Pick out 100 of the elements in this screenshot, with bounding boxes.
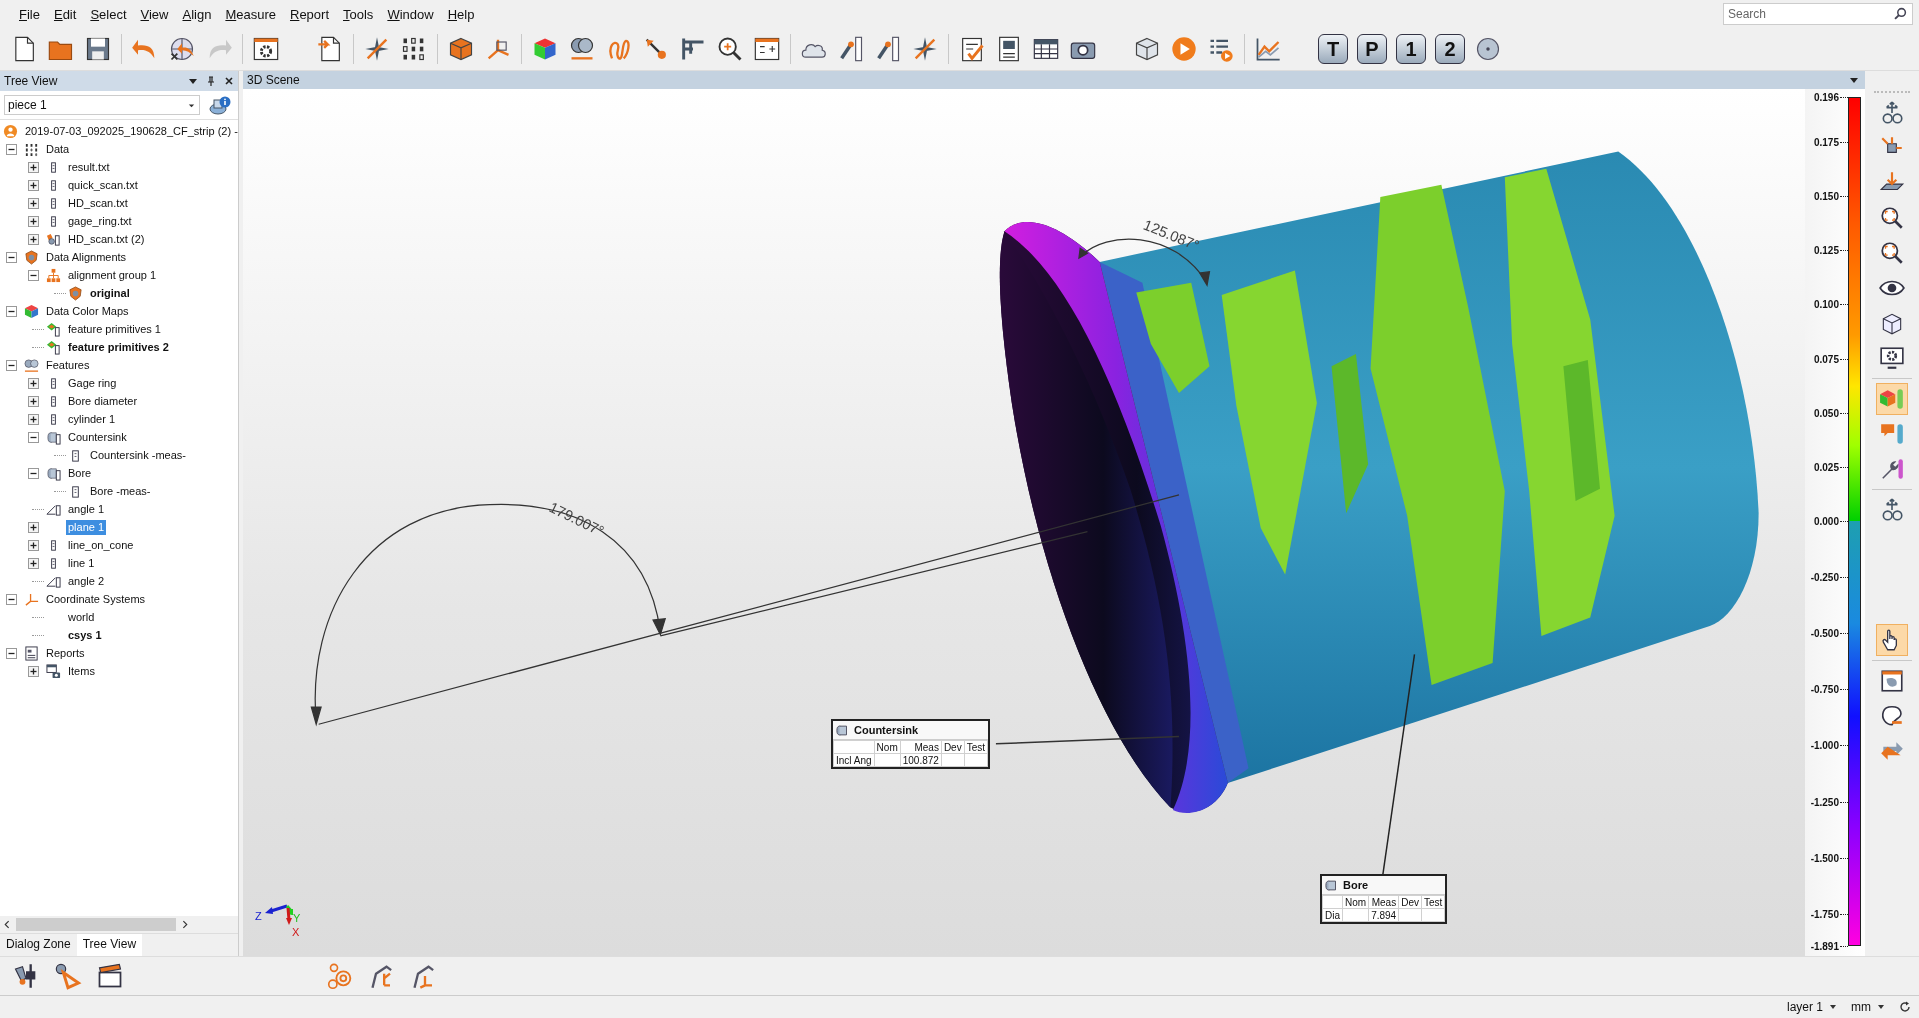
tree-item[interactable]: line_on_cone	[66, 537, 136, 553]
tree-item[interactable]: angle 2	[66, 573, 107, 589]
tree-item[interactable]: result.txt	[66, 159, 112, 175]
close-icon[interactable]	[224, 76, 234, 86]
pin-icon[interactable]	[206, 76, 216, 86]
menu-item[interactable]: Select	[83, 6, 134, 22]
grid-window-icon[interactable]	[753, 35, 781, 63]
collapse-icon[interactable]	[6, 593, 17, 605]
tree-item[interactable]: alignment group 1	[66, 267, 159, 283]
tree-item[interactable]: Data Alignments	[44, 249, 129, 265]
dropdown-icon[interactable]	[1877, 1003, 1885, 1011]
panel-tab[interactable]: Tree View	[76, 934, 143, 956]
menu-item[interactable]: View	[133, 6, 176, 22]
features-icon	[24, 357, 39, 373]
view-button[interactable]: P	[1357, 34, 1387, 64]
units-dropdown[interactable]: mm	[1851, 1000, 1871, 1014]
scale-label: -1.891	[1809, 940, 1839, 952]
tree-item[interactable]: Items	[66, 663, 97, 679]
search-field[interactable]: Search	[1723, 3, 1913, 25]
tree-item[interactable]: Reports	[44, 645, 87, 661]
tree-item[interactable]: 2019-07-03_092025_190628_CF_strip (2) -	[23, 123, 238, 139]
expand-icon[interactable]	[28, 521, 39, 533]
tree-item[interactable]: Countersink	[66, 429, 129, 445]
collapse-icon[interactable]	[6, 647, 17, 659]
cylinder-icon	[46, 429, 61, 445]
layer-dropdown[interactable]: layer 1	[1786, 1000, 1823, 1014]
callout-title: Countersink	[854, 724, 919, 736]
tree-item[interactable]: csys 1	[66, 627, 104, 643]
tree-item[interactable]: Data	[44, 141, 72, 157]
piece-dropdown[interactable]: piece 1	[4, 95, 200, 115]
tree-item[interactable]: world	[66, 609, 97, 625]
tree-item[interactable]: original	[88, 285, 132, 301]
tree-item[interactable]: Gage ring	[66, 375, 119, 391]
horizontal-scrollbar[interactable]	[0, 916, 238, 933]
tree-item[interactable]: HD_scan.txt	[66, 195, 130, 211]
expand-icon[interactable]	[28, 377, 39, 389]
panel-tab[interactable]: Dialog Zone	[0, 934, 77, 956]
expand-icon[interactable]	[28, 395, 39, 407]
save-icon[interactable]	[84, 35, 112, 63]
tree-item[interactable]: HD_scan.txt (2)	[66, 231, 147, 247]
hand-icon[interactable]	[1877, 625, 1907, 655]
collapse-icon[interactable]	[28, 269, 39, 281]
refresh-icon[interactable]	[1899, 1001, 1911, 1013]
expand-icon[interactable]	[28, 665, 39, 677]
collapse-icon[interactable]	[6, 305, 17, 317]
ruler-icon[interactable]	[837, 35, 865, 63]
zoom-icon[interactable]	[716, 35, 744, 63]
expand-icon[interactable]	[28, 197, 39, 209]
tree-item[interactable]: Data Color Maps	[44, 303, 131, 319]
menu-item[interactable]: Tools	[336, 6, 381, 22]
collapse-icon[interactable]	[6, 251, 17, 263]
circle-button-icon[interactable]	[1474, 35, 1502, 63]
tree-item[interactable]: Countersink -meas-	[88, 447, 188, 463]
dropdown-icon[interactable]	[188, 76, 198, 86]
menu-item[interactable]: Help	[440, 6, 482, 22]
tree-item[interactable]: angle 1	[66, 501, 107, 517]
scale-label: 0.050	[1812, 407, 1839, 419]
tree-item[interactable]: gage_ring.txt	[66, 213, 134, 229]
tree-item[interactable]: Bore	[66, 465, 94, 481]
collapse-icon[interactable]	[28, 467, 39, 479]
tree-item[interactable]: Bore -meas-	[88, 483, 153, 499]
scroll-right-icon[interactable]	[180, 920, 189, 929]
view-button[interactable]: 1	[1396, 34, 1426, 64]
menu-item[interactable]: Measure	[218, 6, 283, 22]
menu-item[interactable]: Window	[380, 6, 441, 22]
scroll-left-icon[interactable]	[3, 920, 12, 929]
collapse-icon[interactable]	[28, 431, 39, 443]
view-button[interactable]: T	[1318, 34, 1348, 64]
scale-label: -1.250	[1809, 796, 1839, 808]
menu-item[interactable]: Report	[283, 6, 336, 22]
color-map-icon[interactable]	[1877, 384, 1907, 414]
tree-item[interactable]: Coordinate Systems	[44, 591, 148, 607]
expand-icon[interactable]	[28, 161, 39, 173]
settings-icon[interactable]	[252, 35, 280, 63]
view-button[interactable]: 2	[1435, 34, 1465, 64]
collapse-icon[interactable]	[6, 359, 17, 371]
dropdown-icon[interactable]	[1829, 1003, 1837, 1011]
expand-icon[interactable]	[28, 215, 39, 227]
tree-item[interactable]: feature primitives 1	[66, 321, 163, 337]
tree-item[interactable]: feature primitives 2	[66, 339, 171, 355]
menu-item[interactable]: Edit	[46, 6, 84, 22]
tree-item[interactable]: quick_scan.txt	[66, 177, 140, 193]
clapperboard-icon[interactable]	[96, 962, 124, 990]
expand-icon[interactable]	[28, 179, 39, 191]
expand-icon[interactable]	[28, 233, 39, 245]
expand-icon[interactable]	[28, 413, 39, 425]
ruler-icon[interactable]	[874, 35, 902, 63]
expand-icon[interactable]	[28, 557, 39, 569]
dropdown-icon[interactable]	[1849, 75, 1859, 85]
play-icon[interactable]	[1170, 35, 1198, 63]
menu-item[interactable]: File	[12, 6, 47, 22]
tree-item[interactable]: line 1	[66, 555, 97, 571]
cube-icon[interactable]	[447, 35, 475, 63]
expand-icon[interactable]	[28, 539, 39, 551]
menu-item[interactable]: Align	[175, 6, 219, 22]
collapse-icon[interactable]	[6, 143, 17, 155]
tree-item[interactable]: Features	[44, 357, 92, 373]
tree-item[interactable]: cylinder 1	[66, 411, 118, 427]
tree-item[interactable]: Bore diameter	[66, 393, 140, 409]
globe-undo-icon[interactable]	[168, 35, 196, 63]
